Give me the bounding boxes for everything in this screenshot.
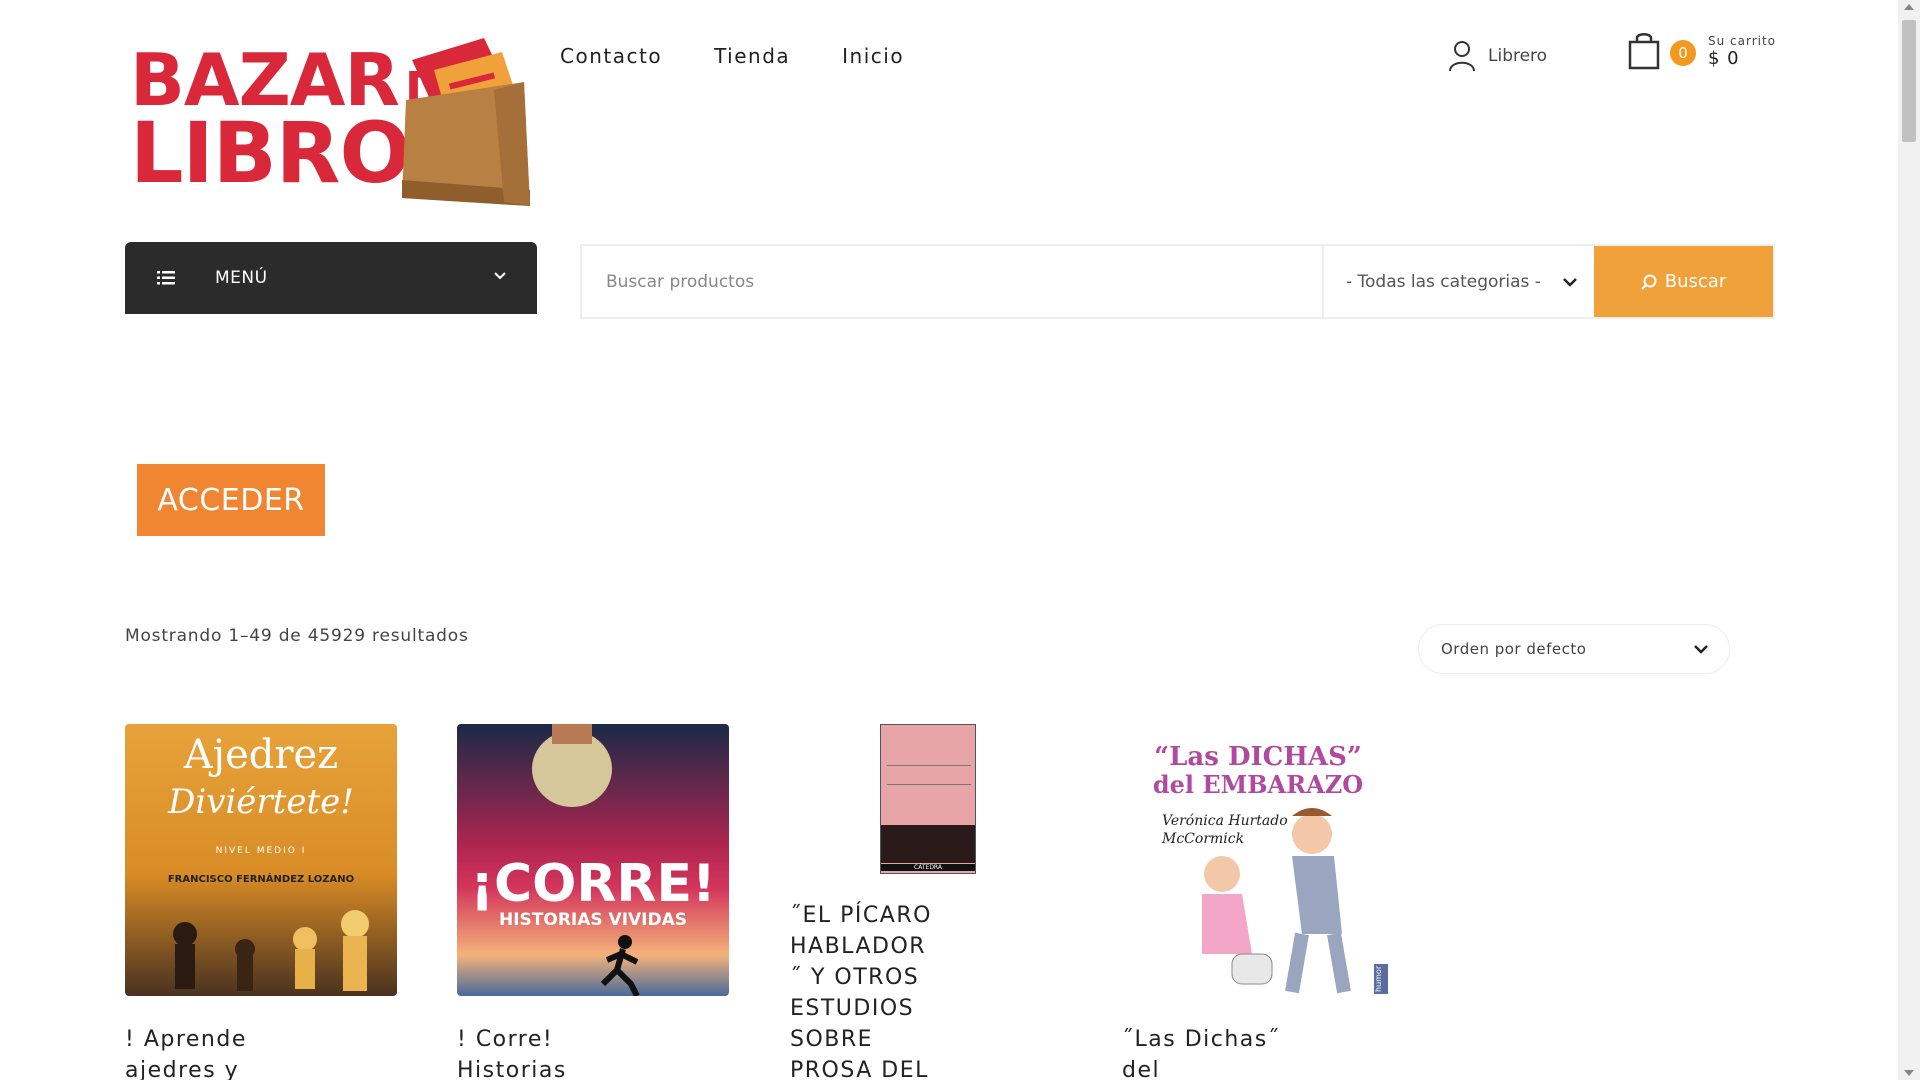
cart-label: Su carrito [1708, 34, 1777, 48]
cover-tag: humor [1374, 964, 1388, 994]
scroll-down-arrow-icon[interactable] [1904, 1070, 1914, 1076]
product-card[interactable]: CÁTEDRA ˝EL PÍCARO HABLADOR ˝ Y OTROS ES… [790, 724, 1062, 1080]
cover-title: ¡CORRE! [470, 854, 716, 914]
product-image[interactable]: Ajedrez Diviértete! NIVEL MEDIO I FRANCI… [125, 724, 397, 996]
results-count: Mostrando 1–49 de 45929 resultados [125, 626, 469, 646]
main-nav: Contacto Tienda Inicio [560, 44, 904, 68]
user-icon [1449, 41, 1475, 72]
chess-pieces-icon [173, 910, 369, 991]
category-menu-toggle[interactable]: MENÚ [125, 242, 537, 314]
cover-painting [881, 825, 975, 863]
page-scrollbar[interactable] [1898, 0, 1920, 1080]
product-image[interactable]: “Las DICHAS” del EMBARAZO Verónica Hurta… [1122, 724, 1394, 996]
product-title[interactable]: ˝Las Dichas˝ del [1122, 1024, 1394, 1080]
search-icon [1641, 274, 1657, 290]
orderby-select[interactable]: Orden por defecto [1418, 624, 1730, 674]
chevron-down-icon [494, 272, 506, 280]
cover-subtitle: HISTORIAS VIVIDAS [498, 910, 688, 930]
product-image[interactable]: CÁTEDRA [880, 724, 976, 874]
nav-tienda[interactable]: Tienda [714, 44, 790, 68]
scrollbar-thumb[interactable] [1902, 20, 1916, 142]
menu-label: MENÚ [215, 268, 268, 288]
cover-publisher: CÁTEDRA [881, 864, 975, 871]
product-title[interactable]: ! Aprende ajedres y [125, 1024, 397, 1080]
login-button[interactable]: ACCEDER [137, 464, 325, 536]
cartoon-couple-icon [1202, 808, 1351, 994]
cover-title: “Las DICHAS” [1154, 742, 1362, 772]
product-title[interactable]: ! Corre! Historias [457, 1024, 729, 1080]
running-shoe-icon [532, 724, 612, 807]
cart-total: $ 0 [1708, 48, 1740, 69]
cover-title-rule [887, 765, 971, 785]
category-select[interactable]: - Todas las categorias - [1322, 246, 1594, 317]
cover-title: Ajedrez [183, 732, 339, 778]
cover-author: FRANCISCO FERNÁNDEZ LOZANO [167, 874, 355, 885]
product-card[interactable]: Ajedrez Diviértete! NIVEL MEDIO I FRANCI… [125, 724, 397, 1080]
shopping-bag-logo-icon [402, 38, 530, 206]
runner-silhouette-icon [600, 935, 640, 996]
account-link[interactable]: Librero [1448, 40, 1547, 72]
search-button-label: Buscar [1664, 271, 1727, 292]
nav-contacto[interactable]: Contacto [560, 44, 662, 68]
scroll-up-arrow-icon[interactable] [1904, 4, 1914, 10]
nav-inicio[interactable]: Inicio [842, 44, 904, 68]
account-label: Librero [1488, 46, 1548, 66]
category-select-value: - Todas las categorias - [1346, 271, 1541, 292]
cart-link[interactable]: 0 Su carrito $ 0 [1628, 32, 1775, 70]
orderby-value: Orden por defecto [1441, 640, 1587, 658]
product-title[interactable]: ˝EL PÍCARO HABLADOR ˝ Y OTROS ESTUDIOS S… [790, 900, 940, 1080]
search-input[interactable]: Buscar productos [582, 246, 1322, 317]
cart-summary: Su carrito $ 0 [1708, 34, 1776, 69]
cover-subtitle: del EMBARAZO [1152, 770, 1364, 799]
list-icon [157, 271, 175, 285]
product-card[interactable]: “Las DICHAS” del EMBARAZO Verónica Hurta… [1122, 724, 1394, 1080]
chevron-down-icon [1694, 645, 1708, 654]
cover-subtitle: Diviértete! [168, 782, 354, 822]
chevron-down-icon [1563, 278, 1577, 287]
site-logo[interactable]: BAZARDE LIBROS [124, 28, 534, 214]
product-image[interactable]: ¡CORRE! HISTORIAS VIVIDAS [457, 724, 729, 996]
search-button[interactable]: Buscar [1594, 246, 1773, 317]
product-card[interactable]: ¡CORRE! HISTORIAS VIVIDAS ! Corre! Histo… [457, 724, 729, 1080]
cart-count-badge: 0 [1670, 40, 1696, 66]
product-search: Buscar productos - Todas las categorias … [580, 244, 1775, 319]
cover-level: NIVEL MEDIO I [215, 846, 307, 856]
cart-bag-icon [1628, 33, 1660, 70]
